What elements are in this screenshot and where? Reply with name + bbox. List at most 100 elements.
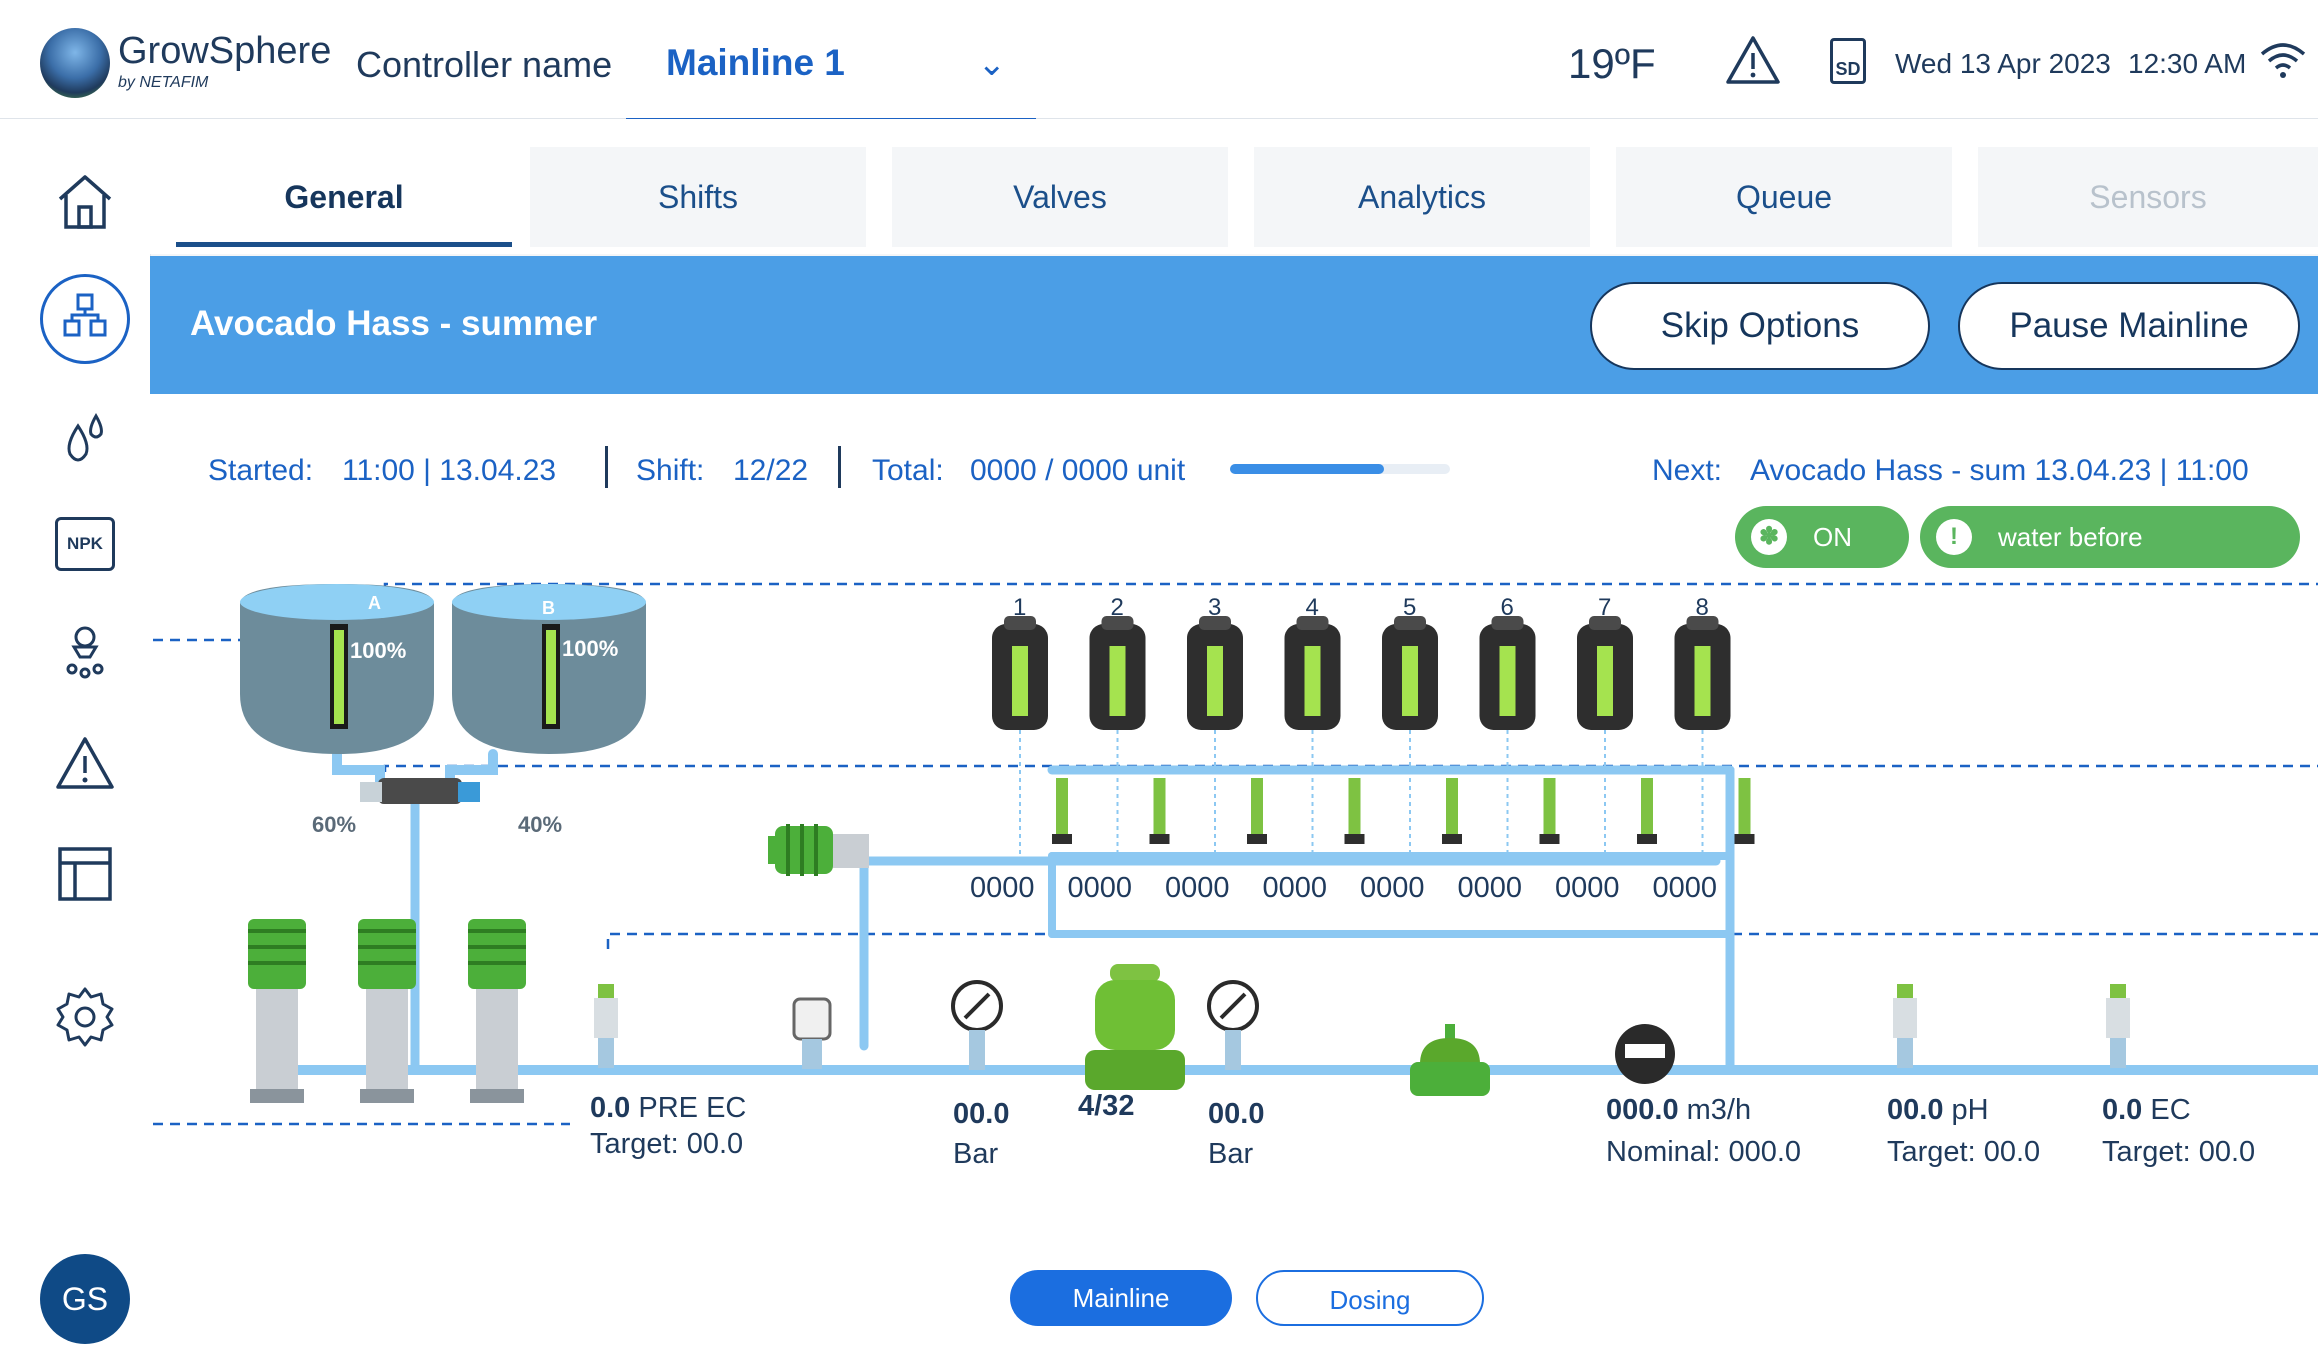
tab-queue[interactable]: Queue (1616, 147, 1952, 247)
dosing-channel-number: 3 (1208, 594, 1222, 621)
ph-value: 00.0 (1887, 1094, 1944, 1126)
wifi-icon (2260, 43, 2306, 78)
pause-mainline-button[interactable]: Pause Mainline (1958, 282, 2300, 370)
skip-options-button[interactable]: Skip Options (1590, 282, 1930, 370)
dosing-channel-number: 4 (1305, 594, 1319, 621)
dosing-tanks (992, 616, 1731, 730)
dosing-injector (1019, 730, 1072, 856)
date: Wed 13 Apr 2023 (1895, 48, 2111, 79)
tank-b: B (452, 584, 646, 754)
pressure-gauge-2 (1207, 980, 1259, 1070)
flow-unit: m3/h (1686, 1094, 1752, 1126)
pressure-2-number: 00.0 (1208, 1098, 1265, 1130)
dosing-channel-number: 2 (1110, 594, 1124, 621)
ec-target: Target: 00.0 (2102, 1136, 2256, 1168)
controller-value: Mainline 1 (666, 42, 845, 83)
dosing-channel-number: 1 (1013, 594, 1027, 621)
controller-dropdown[interactable]: Mainline 1 ⌄ (626, 28, 1036, 124)
dosing-channel-number: 8 (1695, 594, 1709, 621)
layout-icon[interactable] (50, 839, 120, 909)
dosing-injector (1311, 730, 1365, 856)
flow-value: 000.0 (1606, 1094, 1679, 1126)
mainline-diagram: A B (150, 582, 2318, 1126)
dosing-channel-count: 0000 (1262, 872, 1328, 904)
home-icon[interactable] (50, 167, 120, 237)
flow-reading: 000.0 m3/h (1606, 1094, 1751, 1127)
pressure-2-value: 00.0 (1208, 1098, 1264, 1131)
dosing-tank (1382, 616, 1438, 730)
pipes (265, 749, 2318, 1075)
growsphere-logo (40, 28, 110, 98)
sidebar: NPK GS (0, 119, 151, 1362)
tab-general[interactable]: General (176, 147, 512, 247)
tab-bar: General Shifts Valves Analytics Queue Se… (150, 119, 2318, 254)
chevron-down-icon: ⌄ (977, 45, 1007, 83)
dosing-channel-count: 0000 (1360, 872, 1425, 904)
pressure-2-unit: Bar (1208, 1138, 1254, 1170)
dosing-injector (1604, 730, 1657, 856)
dosing-injector (1116, 730, 1170, 856)
npk-icon[interactable]: NPK (55, 517, 115, 571)
svg-text:A: A (368, 593, 381, 613)
main-pumps (248, 919, 526, 1103)
tab-valves[interactable]: Valves (892, 147, 1228, 247)
dosing-injector (1506, 730, 1560, 856)
ec-unit: EC (2150, 1094, 2191, 1126)
solenoid-valve (792, 997, 832, 1069)
tab-shifts[interactable]: Shifts (530, 147, 866, 247)
system-icon (63, 293, 107, 337)
program-title: Avocado Hass - summer (190, 304, 598, 343)
alert-icon[interactable] (50, 729, 120, 799)
main-panel: Started: 11:00 | 13.04.23 Shift: 12/22 T… (150, 394, 2318, 1362)
ph-reading: 00.0 pH (1887, 1094, 1989, 1127)
pre-ec-reading: 0.0 PRE EC (590, 1092, 746, 1125)
temperature: 19ºF (1568, 40, 1656, 87)
svg-text:B: B (542, 598, 555, 618)
sidebar-item-system[interactable] (40, 274, 130, 364)
tank-b-mix: 40% (518, 812, 563, 837)
flow-nominal: Nominal: 000.0 (1606, 1136, 1802, 1168)
dosing-channel-count: 0000 (1165, 872, 1230, 904)
pre-ec-sensor (594, 984, 618, 1068)
ec-sensor (2106, 984, 2130, 1068)
sprinkler-icon[interactable] (50, 617, 120, 687)
tank-a-mix: 60% (312, 812, 357, 837)
dosing-tank (1089, 616, 1146, 730)
settings-icon[interactable] (50, 981, 120, 1051)
time: 12:30 AM (2128, 48, 2247, 79)
dosing-tank (1284, 616, 1341, 730)
dosing-channel-count: 0000 (1067, 872, 1133, 904)
dosing-tank (1479, 616, 1536, 730)
pre-ec-value: 0.0 (590, 1092, 631, 1124)
dosing-tank (1577, 616, 1633, 730)
drops-icon[interactable] (50, 404, 120, 474)
dosing-channel-count: 0000 (970, 872, 1035, 904)
dosing-channel-count: 0000 (1652, 872, 1718, 904)
ph-unit: pH (1951, 1094, 1989, 1126)
dosing-toggle-button[interactable]: Dosing (1256, 1270, 1484, 1326)
booster-pump (768, 824, 869, 876)
tank-a: A (240, 584, 434, 754)
brand-name: GrowSphere (118, 30, 332, 72)
pre-ec-unit: PRE EC (638, 1092, 747, 1124)
dosing-tank (1674, 616, 1731, 730)
warning-icon[interactable] (1725, 34, 1781, 86)
water-meter (1615, 1024, 1675, 1084)
mainline-toggle-button[interactable]: Mainline (1010, 1270, 1232, 1326)
pressure-1-number: 00.0 (953, 1098, 1010, 1130)
dosing-tank (992, 616, 1048, 730)
pressure-gauge-1 (951, 980, 1003, 1070)
top-bar: GrowSphere by NETAFIM Controller name Ma… (0, 0, 2318, 124)
avatar[interactable]: GS (40, 1254, 130, 1344)
sd-card-icon: SD (1830, 38, 1866, 84)
filter-reading: 4/32 (1078, 1090, 1134, 1123)
ph-sensor (1893, 984, 1917, 1068)
dosing-injector (1214, 730, 1267, 856)
pre-ec-target: Target: 00.0 (590, 1128, 744, 1160)
tab-analytics[interactable]: Analytics (1254, 147, 1590, 247)
ec-value: 0.0 (2102, 1094, 2143, 1126)
tab-sensors: Sensors (1978, 147, 2318, 247)
ph-target: Target: 00.0 (1887, 1136, 2041, 1168)
dosing-injector (1409, 730, 1462, 856)
disc-filter (1085, 964, 1185, 1090)
